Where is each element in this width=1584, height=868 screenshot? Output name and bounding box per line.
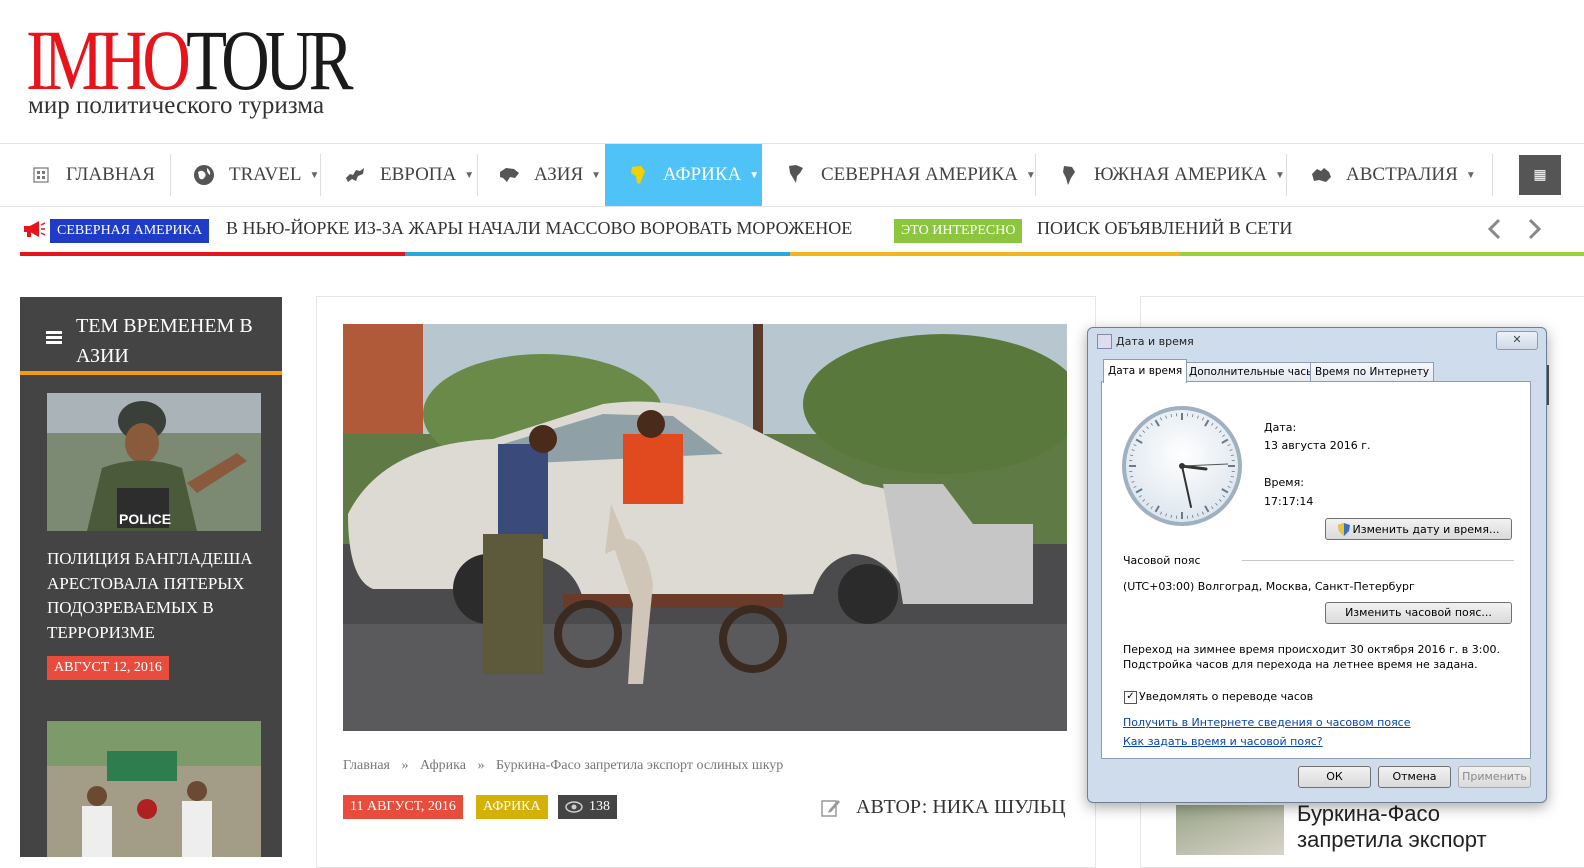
- tab-internet-time[interactable]: Время по Интернету: [1310, 362, 1434, 382]
- sidebar-header: ТЕМ ВРЕМЕНЕМ В АЗИИ: [20, 297, 282, 375]
- uac-shield-icon: [1338, 523, 1350, 536]
- notify-checkbox[interactable]: ✓: [1124, 691, 1137, 704]
- sidebar-asia: ТЕМ ВРЕМЕНЕМ В АЗИИ POLICE ПОЛИЦИЯ БАНГЛ…: [20, 297, 282, 857]
- sidebar-article-title[interactable]: ПОЛИЦИЯ БАНГЛАДЕША АРЕСТОВАЛА ПЯТЕРЫХ ПО…: [47, 547, 267, 645]
- grid-icon: ▦: [1533, 167, 1546, 184]
- tab-additional-clocks[interactable]: Дополнительные часы: [1184, 362, 1319, 382]
- cancel-button[interactable]: Отмена: [1378, 766, 1451, 788]
- related-article-title[interactable]: Буркина-Фасо запретила экспорт: [1297, 801, 1537, 853]
- next-arrow-icon[interactable]: [1528, 218, 1542, 247]
- chevron-down-icon: ▼: [591, 170, 601, 181]
- date-label: Дата:: [1264, 421, 1296, 434]
- clock-small-icon: [1097, 334, 1112, 349]
- north-america-map-icon: [785, 164, 807, 186]
- sidebar-article-date: АВГУСТ 12, 2016: [47, 656, 169, 680]
- analog-clock: [1120, 404, 1244, 528]
- tab-date-time[interactable]: Дата и время: [1103, 359, 1187, 383]
- ok-button[interactable]: ОК: [1298, 766, 1371, 788]
- article-photo[interactable]: [343, 324, 1067, 731]
- nav-item-north-america[interactable]: СЕВЕРНАЯ АМЕРИКА▼: [785, 144, 1036, 206]
- close-button[interactable]: ✕: [1496, 331, 1538, 350]
- article-author: АВТОР: НИКА ШУЛЬЦ: [820, 796, 1066, 819]
- megaphone-icon: [22, 219, 46, 244]
- nav-item-africa[interactable]: АФРИКА▼: [605, 144, 762, 206]
- ticker-category-badge[interactable]: СЕВЕРНАЯ АМЕРИКА: [50, 219, 209, 243]
- article-date-badge: 11 АВГУСТ, 2016: [343, 795, 463, 819]
- breadcrumb: Главная » Африка » Буркина-Фасо запретил…: [343, 758, 783, 774]
- home-icon: [30, 164, 52, 186]
- south-america-map-icon: [1058, 164, 1080, 186]
- chevron-down-icon: ▼: [464, 170, 474, 181]
- australia-map-icon: [1310, 164, 1332, 186]
- timezone-value: (UTC+03:00) Волгоград, Москва, Санкт-Пет…: [1123, 580, 1415, 593]
- site-logo[interactable]: IMHOTOUR мир политического туризма: [26, 20, 440, 120]
- nav-item-europe[interactable]: ЕВРОПА▼: [344, 144, 474, 206]
- sidebar-article-image-2[interactable]: [47, 721, 261, 857]
- article-category-badge[interactable]: АФРИКА: [476, 795, 548, 819]
- article-views-badge: 138: [558, 795, 617, 819]
- how-to-set-time-link[interactable]: Как задать время и часовой пояс?: [1123, 735, 1323, 748]
- dialog-title: Дата и время: [1116, 335, 1194, 348]
- asia-map-icon: [498, 164, 520, 186]
- ticker-headline[interactable]: В НЬЮ-ЙОРКЕ ИЗ-ЗА ЖАРЫ НАЧАЛИ МАССОВО ВО…: [226, 218, 852, 239]
- nav-item-travel[interactable]: TRAVEL▼: [193, 144, 319, 206]
- sidebar-article-image[interactable]: POLICE: [47, 393, 261, 531]
- change-timezone-button[interactable]: Изменить часовой пояс...: [1325, 602, 1512, 624]
- breadcrumb-category[interactable]: Африка: [420, 758, 466, 773]
- change-datetime-button[interactable]: Изменить дату и время...: [1325, 518, 1512, 540]
- main-nav: ГЛАВНАЯ TRAVEL▼ ЕВРОПА▼ АЗИЯ▼ АФРИКА▼ СЕ…: [0, 143, 1584, 207]
- timezone-info-link[interactable]: Получить в Интернете сведения о часовом …: [1123, 716, 1411, 729]
- prev-arrow-icon[interactable]: [1487, 218, 1501, 247]
- breadcrumb-current: Буркина-Фасо запретила экспорт ослиных ш…: [496, 758, 783, 773]
- dst-info-line1: Переход на зимнее время происходит 30 ок…: [1123, 643, 1500, 656]
- logo-red-text: IMHO: [26, 12, 186, 108]
- apply-button[interactable]: Применить: [1458, 766, 1531, 788]
- related-article-thumbnail[interactable]: [1176, 805, 1284, 855]
- timezone-label: Часовой пояс: [1123, 554, 1201, 567]
- nav-item-home[interactable]: ГЛАВНАЯ: [30, 144, 155, 206]
- ticker-headline[interactable]: ПОИСК ОБЪЯВЛЕНИЙ В СЕТИ: [1037, 218, 1292, 239]
- dst-info-line2: Подстройка часов для перехода на летнее …: [1123, 658, 1478, 671]
- africa-map-icon: [627, 164, 649, 186]
- time-label: Время:: [1264, 476, 1304, 489]
- notify-label: Уведомлять о переводе часов: [1139, 690, 1313, 703]
- color-stripe: [790, 252, 1180, 256]
- tab-panel: Дата: 13 августа 2016 г. Время: 17:17:14…: [1101, 381, 1531, 759]
- europe-map-icon: [344, 164, 366, 186]
- breadcrumb-home[interactable]: Главная: [343, 758, 390, 773]
- grid-menu-button[interactable]: ▦: [1519, 155, 1561, 195]
- chevron-down-icon: ▼: [1466, 170, 1476, 181]
- ticker-category-badge[interactable]: ЭТО ИНТЕРЕСНО: [894, 219, 1022, 243]
- datetime-dialog: Дата и время ✕ Дата и время Дополнительн…: [1087, 327, 1547, 803]
- edit-icon: [820, 797, 842, 819]
- chevron-down-icon: ▼: [309, 170, 319, 181]
- date-value: 13 августа 2016 г.: [1264, 439, 1370, 452]
- chevron-down-icon: ▼: [1275, 170, 1285, 181]
- nav-item-asia[interactable]: АЗИЯ▼: [498, 144, 601, 206]
- chevron-down-icon: ▼: [749, 170, 759, 181]
- news-ticker: СЕВЕРНАЯ АМЕРИКА В НЬЮ-ЙОРКЕ ИЗ-ЗА ЖАРЫ …: [0, 206, 1584, 252]
- nav-item-south-america[interactable]: ЮЖНАЯ АМЕРИКА▼: [1058, 144, 1285, 206]
- color-stripe: [405, 252, 790, 256]
- color-stripe: [20, 252, 405, 256]
- logo-black-text: TOUR: [186, 12, 349, 108]
- eye-icon: [565, 801, 583, 813]
- police-vest-text: POLICE: [119, 511, 171, 527]
- menu-icon: [46, 331, 62, 345]
- nav-item-australia[interactable]: АВСТРАЛИЯ▼: [1310, 144, 1476, 206]
- time-value: 17:17:14: [1264, 495, 1313, 508]
- sidebar-title: ТЕМ ВРЕМЕНЕМ В АЗИИ: [76, 311, 266, 371]
- globe-icon: [193, 164, 215, 186]
- color-stripe: [1180, 252, 1584, 256]
